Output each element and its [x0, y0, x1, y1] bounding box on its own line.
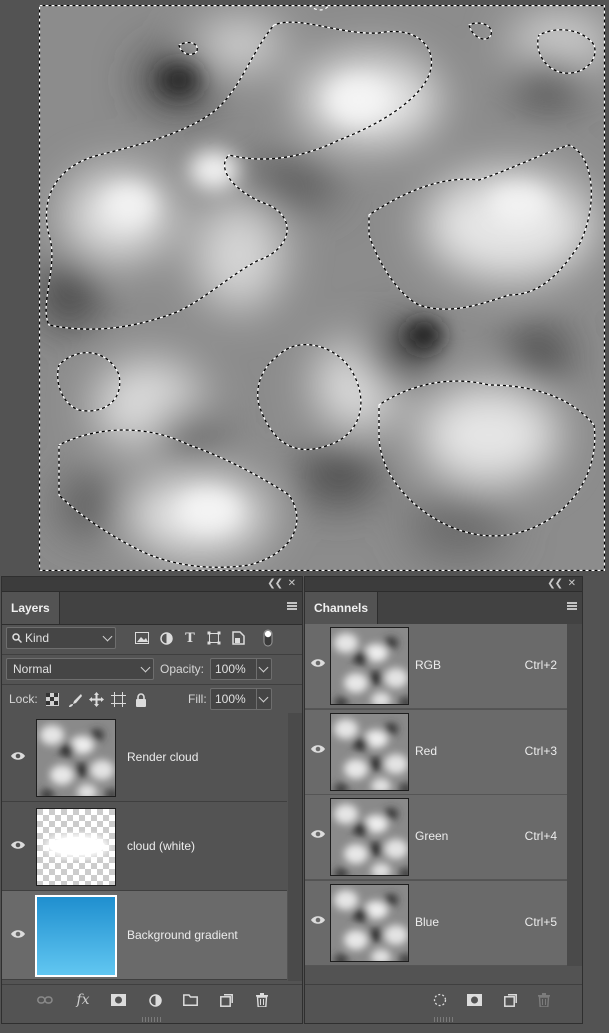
cloud-render-image — [39, 5, 605, 571]
layer-list: Render cloud cloud (white) Background gr… — [2, 713, 287, 981]
layers-scrollbar[interactable] — [288, 713, 302, 981]
layer-name: cloud (white) — [127, 839, 196, 853]
channel-row[interactable]: Red Ctrl+3 — [305, 710, 567, 795]
channels-bottom-bar — [305, 984, 582, 1015]
document-canvas[interactable] — [39, 5, 605, 571]
layers-bottom-bar: fx — [2, 984, 302, 1015]
panel-resize-grip[interactable] — [433, 1017, 454, 1022]
channel-thumbnail — [330, 798, 409, 876]
lock-label: Lock: — [9, 692, 38, 706]
channel-name: Red — [415, 744, 438, 758]
blend-mode-row: Normal Opacity: 100% — [2, 654, 302, 685]
search-icon — [12, 633, 22, 643]
channel-row[interactable]: Blue Ctrl+5 — [305, 881, 567, 966]
adjustment-filter-icon[interactable] — [158, 630, 174, 646]
opacity-label: Opacity: — [160, 662, 205, 676]
layer-row[interactable]: Render cloud — [2, 713, 287, 802]
layer-thumbnail — [35, 895, 117, 977]
channel-shortcut: Ctrl+4 — [524, 829, 557, 843]
lock-all-icon[interactable] — [133, 692, 148, 707]
layer-thumbnail — [36, 719, 116, 797]
lock-row: Lock: Fill: 100% — [2, 684, 302, 715]
tab-channels[interactable]: Channels — [305, 592, 379, 624]
visibility-eye-icon[interactable] — [11, 751, 25, 761]
visibility-eye-icon[interactable] — [311, 744, 325, 754]
channel-thumbnail — [330, 627, 409, 705]
channel-shortcut: Ctrl+2 — [524, 658, 557, 672]
link-layers-icon[interactable] — [36, 991, 54, 1009]
channel-name: Blue — [415, 915, 440, 929]
channel-shortcut: Ctrl+3 — [524, 744, 557, 758]
lock-position-icon[interactable] — [89, 692, 104, 707]
fx-icon[interactable]: fx — [74, 991, 92, 1009]
new-channel-icon[interactable] — [501, 991, 519, 1009]
panel-title-bar: ❮❮ ✕ — [305, 577, 582, 592]
panel-title-bar: ❮❮ ✕ — [2, 577, 302, 592]
layers-tab-row: Layers — [2, 592, 302, 625]
pixel-filter-icon[interactable] — [134, 630, 150, 646]
channel-thumbnail — [330, 713, 409, 791]
delete-layer-icon[interactable] — [253, 991, 271, 1009]
visibility-eye-icon[interactable] — [311, 658, 325, 668]
lock-image-pixels-icon[interactable] — [67, 692, 82, 707]
visibility-eye-icon[interactable] — [311, 829, 325, 839]
channel-row[interactable]: Green Ctrl+4 — [305, 795, 567, 880]
channels-panel: ❮❮ ✕ Channels RGB Ctrl+2 Red Ctrl+3 Gree… — [304, 576, 583, 1024]
blend-mode-value: Normal — [13, 662, 52, 676]
close-panel-icon[interactable]: ✕ — [288, 577, 296, 591]
shape-filter-icon[interactable] — [206, 630, 222, 646]
channel-name: Green — [415, 829, 449, 843]
opacity-field[interactable]: 100% — [210, 658, 272, 680]
collapse-panel-icon[interactable]: ❮❮ — [547, 577, 563, 591]
channel-thumbnail — [330, 884, 409, 962]
filter-kind-dropdown[interactable]: Kind — [6, 627, 116, 649]
lock-artboard-icon[interactable] — [111, 692, 126, 707]
new-group-icon[interactable] — [181, 991, 199, 1009]
layer-name: Background gradient — [127, 928, 238, 942]
channel-list: RGB Ctrl+2 Red Ctrl+3 Green Ctrl+4 Blue … — [305, 624, 567, 966]
filter-toggle-icon[interactable] — [260, 629, 276, 647]
fill-value: 100% — [215, 692, 246, 706]
collapse-panel-icon[interactable]: ❮❮ — [267, 577, 283, 591]
save-selection-icon[interactable] — [465, 991, 483, 1009]
lock-transparent-pixels-icon[interactable] — [45, 692, 60, 707]
channels-scrollbar[interactable] — [567, 624, 582, 966]
layer-row[interactable]: Background gradient — [2, 891, 287, 980]
type-filter-icon[interactable]: T — [182, 630, 198, 646]
layer-row[interactable]: cloud (white) — [2, 802, 287, 891]
opacity-value: 100% — [215, 662, 246, 676]
channel-name: RGB — [415, 658, 442, 672]
fill-label: Fill: — [188, 692, 207, 706]
layers-panel: ❮❮ ✕ Layers Kind T Normal Opacity: 100% … — [1, 576, 303, 1024]
panel-resize-grip[interactable] — [142, 1017, 162, 1022]
new-layer-icon[interactable] — [217, 991, 235, 1009]
layer-filter-row: Kind T — [2, 624, 302, 654]
channel-row[interactable]: RGB Ctrl+2 — [305, 624, 567, 709]
delete-channel-icon[interactable] — [535, 991, 553, 1009]
blend-mode-dropdown[interactable]: Normal — [6, 658, 154, 680]
load-selection-icon[interactable] — [431, 991, 449, 1009]
visibility-eye-icon[interactable] — [311, 915, 325, 925]
smart-object-filter-icon[interactable] — [230, 630, 246, 646]
channels-tab-row: Channels — [305, 592, 582, 625]
channel-shortcut: Ctrl+5 — [524, 915, 557, 929]
panel-menu-icon[interactable] — [287, 602, 297, 611]
add-mask-icon[interactable] — [109, 991, 127, 1009]
close-panel-icon[interactable]: ✕ — [568, 577, 576, 591]
filter-kind-label: Kind — [25, 631, 50, 645]
layer-thumbnail — [36, 808, 116, 886]
visibility-eye-icon[interactable] — [11, 840, 25, 850]
fill-field[interactable]: 100% — [210, 688, 272, 710]
tab-layers[interactable]: Layers — [2, 592, 60, 624]
visibility-eye-icon[interactable] — [11, 929, 25, 939]
panel-menu-icon[interactable] — [567, 602, 577, 611]
layer-name: Render cloud — [127, 750, 199, 764]
adjustment-layer-icon[interactable] — [146, 991, 164, 1009]
